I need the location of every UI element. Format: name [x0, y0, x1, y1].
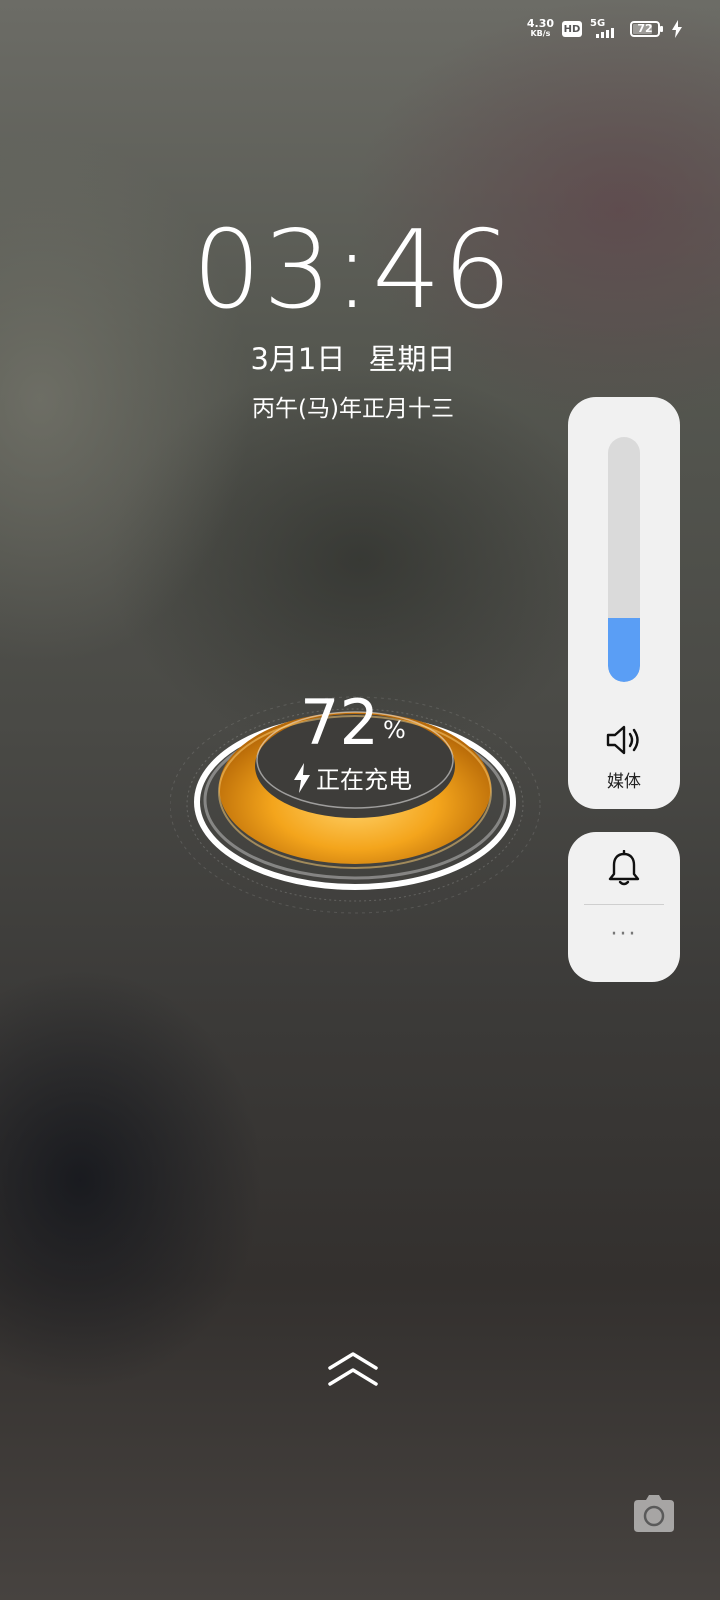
volume-panel: 媒体 — [568, 397, 680, 809]
clock-date: 3月1日 星期日 — [250, 342, 456, 376]
charging-status-label: 正在充电 — [316, 766, 412, 794]
charging-status: 正在充电 — [294, 760, 412, 795]
charging-bolt-icon — [672, 20, 682, 38]
status-bar: 4.30 KB/s HD 5G 72 — [527, 14, 682, 44]
charge-percent-unit: % — [383, 716, 406, 744]
charge-percent: 72 — [300, 686, 379, 759]
network-speed-value: 4.30 — [526, 17, 554, 30]
battery-icon: 72 — [630, 21, 663, 37]
lightning-bolt-icon — [294, 762, 310, 793]
bell-icon[interactable] — [607, 850, 641, 888]
network-speed-unit: KB/s — [530, 29, 551, 38]
hd-badge: HD — [562, 21, 582, 37]
camera-icon[interactable] — [632, 1494, 676, 1534]
volume-stream-label: 媒体 — [607, 772, 641, 792]
clock-time: 03:46 — [192, 208, 514, 333]
volume-slider-fill — [608, 618, 640, 682]
divider — [584, 904, 664, 905]
media-volume-slider[interactable] — [608, 437, 640, 682]
battery-level: 72 — [637, 22, 653, 35]
ringer-panel: ··· — [568, 832, 680, 982]
signal-icon: 5G — [590, 18, 622, 40]
speaker-icon[interactable] — [605, 723, 643, 757]
more-options-button[interactable]: ··· — [568, 922, 680, 947]
double-chevron-up-icon[interactable] — [326, 1350, 380, 1390]
network-speed: 4.30 KB/s — [526, 17, 554, 39]
